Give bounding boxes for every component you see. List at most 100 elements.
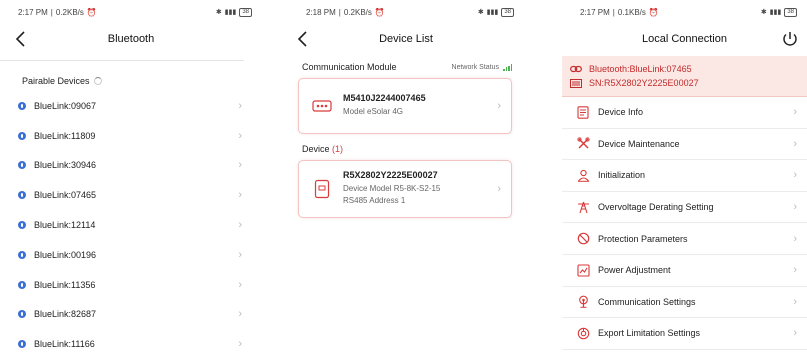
menu-item-overvoltage-derating[interactable]: Overvoltage Derating Setting › [562,192,807,224]
antenna-icon [576,295,590,309]
device-list-item[interactable]: BlueLink:11809 › [0,121,262,151]
inverter-icon [311,178,333,200]
chevron-right-icon: › [793,106,797,119]
bluetooth-icon [18,340,26,349]
page-title: Bluetooth [107,33,155,45]
device-list-item[interactable]: BlueLink:82687 › [0,300,262,330]
device-list-item[interactable]: BlueLink:09067 › [0,91,262,121]
device-list-item[interactable]: BlueLink:00196 › [0,240,262,270]
alarm-icon: ⏰ [648,7,659,17]
device-list-item[interactable]: BlueLink:11356 › [0,270,262,300]
back-button[interactable] [296,30,310,48]
device-serial: R5X2802Y2225E00027 [343,170,438,180]
chevron-right-icon: › [238,338,242,351]
bluetooth-icon [18,191,26,200]
battery-icon: 38 [784,7,797,17]
nav-bar: Device List [288,24,524,54]
chevron-right-icon: › [238,219,242,232]
bluetooth-icon [18,101,26,110]
module-card[interactable]: M5410J2244007465 Model eSolar 4G › [298,78,512,134]
chevron-right-icon: › [793,295,797,308]
device-list-item[interactable]: BlueLink:12114 › [0,210,262,240]
loading-spinner-icon [93,77,102,85]
alarm-icon: ⏰ [86,7,97,17]
page-title: Local Connection [641,33,727,45]
disconnect-button[interactable] [781,30,799,48]
menu-item-protection-parameters[interactable]: Protection Parameters › [562,223,807,255]
chevron-right-icon: › [793,232,797,245]
bluetooth-icon [18,131,26,140]
tools-icon [576,137,590,151]
device-card[interactable]: R5X2802Y2225E00027 Device Model R5-8K-S2… [298,160,512,218]
chevron-right-icon: › [238,99,242,112]
export-icon [576,326,590,340]
network-status: Network Status [452,63,512,71]
shield-icon [576,232,590,246]
chevron-right-icon: › [793,137,797,150]
bluetooth-icon [18,221,26,230]
chevron-right-icon: › [238,308,242,321]
serial-number-label: SN:R5X2802Y2225E00027 [589,78,699,88]
chevron-right-icon: › [238,278,242,291]
chevron-right-icon: › [793,327,797,340]
connection-info: Bluetooth:BlueLink:07465 SN:R5X2802Y2225… [562,56,807,97]
status-bar: 2:18 PM | 0.2KB/s ⏰ ✱ ▮▮▮ 38 [288,0,524,24]
signal-status-icon: ▮▮▮ [224,9,237,16]
chevron-right-icon: › [793,201,797,214]
document-icon [576,105,590,119]
settings-menu: Device Info › Device Maintenance › Initi… [562,97,807,350]
module-serial: M5410J2244007465 [343,93,426,103]
bluetooth-status-icon: ✱ [760,9,767,16]
signal-status-icon: ▮▮▮ [769,9,782,16]
battery-icon: 38 [501,7,514,17]
alarm-icon: ⏰ [374,7,385,17]
bluetooth-status-icon: ✱ [215,9,222,16]
chevron-right-icon: › [238,189,242,202]
status-bar: 2:17 PM | 0.1KB/s ⏰ ✱ ▮▮▮ 38 [562,0,807,24]
bluetooth-icon [18,161,26,170]
status-speed: 0.1KB/s [617,7,646,17]
menu-item-communication-settings[interactable]: Communication Settings › [562,287,807,319]
bluetooth-icon [18,280,26,289]
link-icon [570,65,584,73]
chevron-right-icon: › [497,100,501,112]
device-address: RS485 Address 1 [343,196,406,205]
device-section-title: Device (1) [302,144,344,154]
device-count: (1) [332,144,344,154]
local-connection-screen: 2:17 PM | 0.1KB/s ⏰ ✱ ▮▮▮ 38 Local Conne… [562,0,807,363]
chevron-left-icon [297,31,307,47]
status-speed: 0.2KB/s [343,7,372,17]
page-title: Device List [379,33,433,45]
back-button[interactable] [14,30,28,48]
bluetooth-connection-label: Bluetooth:BlueLink:07465 [589,64,692,74]
menu-item-export-limitation[interactable]: Export Limitation Settings › [562,318,807,350]
device-list: BlueLink:09067 › BlueLink:11809 › BlueLink… [0,91,262,359]
barcode-icon [570,78,584,88]
nav-bar: Local Connection [562,24,807,54]
chevron-right-icon: › [793,169,797,182]
status-bar: 2:17 PM | 0.2KB/s ⏰ ✱ ▮▮▮ 38 [0,0,262,24]
chevron-right-icon: › [238,248,242,261]
module-icon [311,95,333,117]
status-time: 2:17 PM [580,7,610,17]
chevron-right-icon: › [497,183,501,195]
device-list-item[interactable]: BlueLink:30946 › [0,151,262,181]
signal-strength-icon [503,63,512,71]
bluetooth-status-icon: ✱ [477,9,484,16]
device-list-item[interactable]: BlueLink:11166 › [0,329,262,359]
chevron-right-icon: › [238,159,242,172]
device-model: Device Model R5-8K-S2-15 [343,184,441,193]
menu-item-device-maintenance[interactable]: Device Maintenance › [562,129,807,161]
status-speed: 0.2KB/s [55,7,84,17]
menu-item-device-info[interactable]: Device Info › [562,97,807,129]
status-time: 2:18 PM [306,7,336,17]
battery-icon: 38 [239,7,252,17]
module-model: Model eSolar 4G [343,107,404,116]
pairable-devices-header: Pairable Devices [0,61,262,89]
device-list-item[interactable]: BlueLink:07465 › [0,180,262,210]
menu-item-initialization[interactable]: Initialization › [562,160,807,192]
menu-item-power-adjustment[interactable]: Power Adjustment › [562,255,807,287]
nav-bar: Bluetooth [0,24,262,54]
chevron-right-icon: › [793,264,797,277]
person-icon [576,168,590,182]
